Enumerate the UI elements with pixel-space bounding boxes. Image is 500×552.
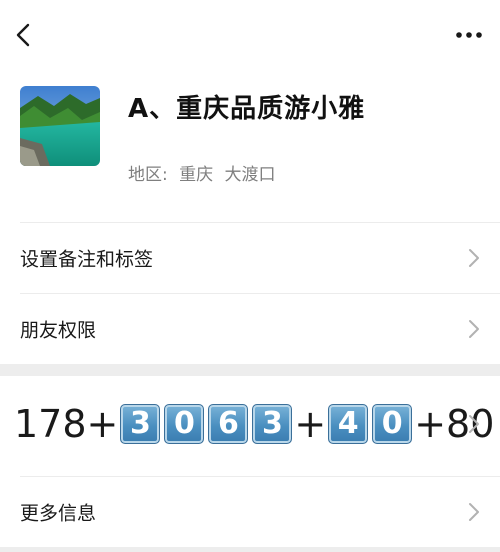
keycap-digit: 6 — [208, 404, 249, 444]
chevron-right-icon — [469, 320, 479, 338]
region-district: 大渡口 — [224, 165, 276, 185]
friend-permissions-label: 朋友权限 — [20, 319, 97, 342]
keycap-digit: 0 — [372, 404, 413, 444]
phone-prefix: 178+ — [14, 402, 119, 446]
more-info-label: 更多信息 — [20, 502, 97, 525]
back-chevron-icon[interactable] — [14, 22, 36, 48]
keycap-digit: 3 — [252, 404, 293, 444]
keycap-digit: 0 — [164, 404, 205, 444]
section-gap — [0, 547, 500, 552]
phone-number-row[interactable]: 178+ 3 0 6 3 + 4 0 +80 — [0, 376, 500, 476]
contact-profile-page: A、重庆品质游小雅 地区: 重庆 大渡口 设置备注和标签 朋友权限 178+ 3… — [0, 0, 500, 552]
more-dots-icon[interactable] — [454, 26, 484, 44]
chevron-right-icon — [469, 503, 479, 521]
friend-permissions-row[interactable]: 朋友权限 — [0, 294, 500, 364]
keycap-digit: 3 — [120, 404, 161, 444]
chevron-right-icon — [469, 415, 479, 433]
nickname: A、重庆品质游小雅 — [128, 94, 366, 124]
more-info-row[interactable]: 更多信息 — [0, 477, 500, 547]
phone-number: 178+ 3 0 6 3 + 4 0 +80 — [14, 398, 494, 450]
region-province: 重庆 — [179, 165, 214, 185]
top-bar — [0, 0, 500, 70]
avatar[interactable] — [20, 86, 100, 166]
region-info: 地区: 重庆 大渡口 — [128, 160, 282, 185]
phone-suffix: +80 — [414, 402, 495, 446]
section-gap — [0, 364, 500, 376]
remark-tags-label: 设置备注和标签 — [20, 248, 154, 271]
keycap-digit: 4 — [328, 404, 369, 444]
chevron-right-icon — [469, 249, 479, 267]
phone-plus: + — [294, 402, 327, 446]
region-label: 地区: — [128, 165, 168, 185]
remark-tags-row[interactable]: 设置备注和标签 — [0, 223, 500, 293]
